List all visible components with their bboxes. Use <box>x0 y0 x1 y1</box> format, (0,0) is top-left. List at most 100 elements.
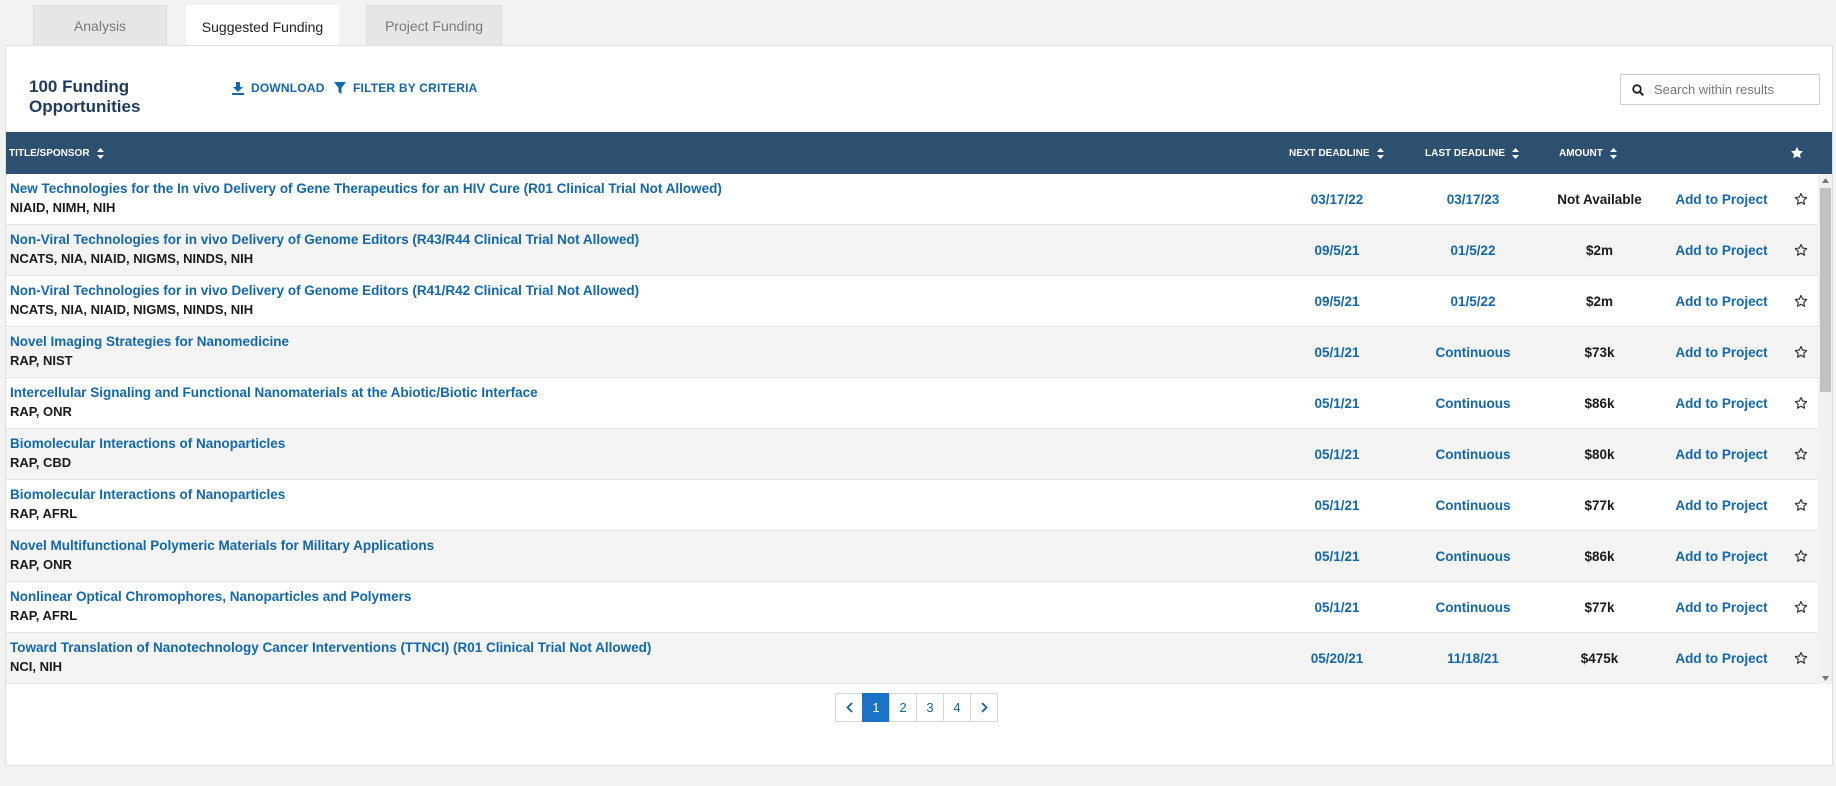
next-deadline-value: 05/1/21 <box>1314 446 1360 462</box>
sort-icon <box>1376 147 1384 159</box>
table-row: Novel Multifunctional Polymeric Material… <box>6 531 1818 582</box>
opportunity-title-link[interactable]: Biomolecular Interactions of Nanoparticl… <box>10 487 285 502</box>
scroll-down-arrow-icon[interactable] <box>1818 672 1832 684</box>
favorite-star-icon[interactable] <box>1783 327 1818 377</box>
search-icon <box>1632 83 1644 96</box>
column-title-sponsor[interactable]: TITLE/SPONSOR <box>9 132 104 174</box>
search-input[interactable] <box>1654 82 1814 97</box>
opportunity-title-link[interactable]: Novel Imaging Strategies for Nanomedicin… <box>10 334 289 349</box>
next-deadline-value: 05/1/21 <box>1314 548 1360 564</box>
scrollbar-thumb[interactable] <box>1820 188 1831 392</box>
sponsor-text: RAP, AFRL <box>10 506 78 521</box>
sponsor-text: RAP, ONR <box>10 557 72 572</box>
add-to-project-link[interactable]: Add to Project <box>1660 225 1783 275</box>
results-scrollbar[interactable] <box>1818 174 1832 684</box>
table-row: Intercellular Signaling and Functional N… <box>6 378 1818 429</box>
next-deadline-value: 05/1/21 <box>1314 599 1360 615</box>
add-to-project-link[interactable]: Add to Project <box>1660 429 1783 479</box>
opportunity-title-link[interactable]: Toward Translation of Nanotechnology Can… <box>10 640 651 655</box>
favorite-star-icon[interactable] <box>1783 378 1818 428</box>
favorite-star-icon[interactable] <box>1783 633 1818 683</box>
opportunity-title-link[interactable]: Intercellular Signaling and Functional N… <box>10 385 538 400</box>
opportunity-title-link[interactable]: Biomolecular Interactions of Nanoparticl… <box>10 436 285 451</box>
tab-bar: Analysis Suggested Funding Project Fundi… <box>33 5 502 47</box>
sponsor-text: NIAID, NIMH, NIH <box>10 200 116 215</box>
last-deadline-value: 01/5/22 <box>1450 293 1496 309</box>
table-row: Non-Viral Technologies for in vivo Deliv… <box>6 225 1818 276</box>
add-to-project-link[interactable]: Add to Project <box>1660 327 1783 377</box>
next-deadline-value: 05/20/21 <box>1310 650 1364 666</box>
favorite-star-icon[interactable] <box>1783 429 1818 479</box>
table-row: Toward Translation of Nanotechnology Can… <box>6 633 1818 684</box>
sort-icon <box>96 147 104 159</box>
add-to-project-link[interactable]: Add to Project <box>1660 276 1783 326</box>
favorite-star-icon[interactable] <box>1783 276 1818 326</box>
column-title-label: TITLE/SPONSOR <box>9 147 90 159</box>
sponsor-text: RAP, AFRL <box>10 608 78 623</box>
amount-value: $2m <box>1585 293 1614 309</box>
download-icon <box>232 81 244 95</box>
favorite-star-icon[interactable] <box>1783 582 1818 632</box>
results-count-title: 100 Funding Opportunities <box>29 77 141 116</box>
column-last-deadline[interactable]: LAST DEADLINE <box>1425 132 1519 174</box>
next-deadline-value: 05/1/21 <box>1314 497 1360 513</box>
last-deadline-value: Continuous <box>1435 599 1511 615</box>
table-header: TITLE/SPONSOR NEXT DEADLINE LAST DEADLIN… <box>6 132 1832 174</box>
download-button[interactable]: DOWNLOAD <box>232 81 325 95</box>
sponsor-text: NCATS, NIA, NIAID, NIGMS, NINDS, NIH <box>10 251 254 266</box>
column-favorites[interactable] <box>1790 132 1804 174</box>
filter-by-criteria-button[interactable]: FILTER BY CRITERIA <box>334 81 478 95</box>
opportunity-title-link[interactable]: Non-Viral Technologies for in vivo Deliv… <box>10 283 639 298</box>
tab-project-funding[interactable]: Project Funding <box>366 5 502 46</box>
chevron-left-icon <box>845 702 853 713</box>
add-to-project-link[interactable]: Add to Project <box>1660 480 1783 530</box>
last-deadline-value: Continuous <box>1435 446 1511 462</box>
download-label: DOWNLOAD <box>251 81 325 95</box>
page-button-3[interactable]: 3 <box>916 693 944 722</box>
opportunity-title-link[interactable]: Non-Viral Technologies for in vivo Deliv… <box>10 232 639 247</box>
favorite-star-icon[interactable] <box>1783 531 1818 581</box>
opportunity-title-link[interactable]: New Technologies for the In vivo Deliver… <box>10 181 722 196</box>
scroll-up-arrow-icon[interactable] <box>1818 174 1832 186</box>
last-deadline-value: 11/18/21 <box>1447 650 1499 666</box>
last-deadline-value: Continuous <box>1435 497 1511 513</box>
tab-suggested-funding[interactable]: Suggested Funding <box>186 5 339 47</box>
next-deadline-value: 09/5/21 <box>1314 242 1360 258</box>
column-next-deadline-label: NEXT DEADLINE <box>1289 147 1370 159</box>
sponsor-text: NCI, NIH <box>10 659 62 674</box>
tab-analysis[interactable]: Analysis <box>33 5 167 46</box>
next-page-button[interactable] <box>970 693 998 722</box>
favorite-star-icon[interactable] <box>1783 225 1818 275</box>
sponsor-text: RAP, CBD <box>10 455 72 470</box>
pagination: 1 2 3 4 <box>835 693 998 722</box>
add-to-project-link[interactable]: Add to Project <box>1660 582 1783 632</box>
opportunity-title-link[interactable]: Novel Multifunctional Polymeric Material… <box>10 538 434 553</box>
amount-value: $475k <box>1580 650 1619 666</box>
add-to-project-link[interactable]: Add to Project <box>1660 378 1783 428</box>
sponsor-text: RAP, ONR <box>10 404 72 419</box>
last-deadline-value: 01/5/22 <box>1450 242 1496 258</box>
add-to-project-link[interactable]: Add to Project <box>1660 531 1783 581</box>
amount-value: $73k <box>1584 344 1615 360</box>
column-amount[interactable]: AMOUNT <box>1559 132 1617 174</box>
column-next-deadline[interactable]: NEXT DEADLINE <box>1289 132 1384 174</box>
amount-value: $77k <box>1584 497 1615 513</box>
results-table-body: New Technologies for the In vivo Deliver… <box>6 174 1818 684</box>
amount-value: $80k <box>1584 446 1615 462</box>
page-button-2[interactable]: 2 <box>889 693 917 722</box>
table-row: Non-Viral Technologies for in vivo Deliv… <box>6 276 1818 327</box>
favorite-star-icon[interactable] <box>1783 480 1818 530</box>
next-deadline-value: 03/17/22 <box>1310 191 1364 207</box>
amount-value: Not Available <box>1557 191 1642 207</box>
opportunity-title-link[interactable]: Nonlinear Optical Chromophores, Nanopart… <box>10 589 411 604</box>
next-deadline-value: 05/1/21 <box>1314 344 1360 360</box>
add-to-project-link[interactable]: Add to Project <box>1660 174 1783 224</box>
previous-page-button[interactable] <box>835 693 863 722</box>
next-deadline-value: 05/1/21 <box>1314 395 1360 411</box>
page-button-1[interactable]: 1 <box>862 693 890 722</box>
page-button-4[interactable]: 4 <box>943 693 971 722</box>
favorite-star-icon[interactable] <box>1783 174 1818 224</box>
add-to-project-link[interactable]: Add to Project <box>1660 633 1783 683</box>
filter-icon <box>334 81 346 94</box>
last-deadline-value: Continuous <box>1435 344 1511 360</box>
